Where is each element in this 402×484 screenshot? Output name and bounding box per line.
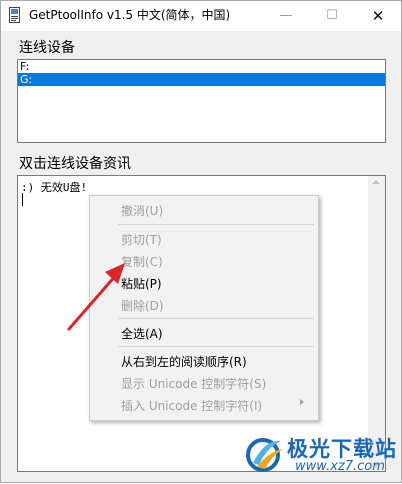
app-window: GetPtoolInfo v1.5 中文(简体，中国) — ☐ ✕ 连线设备 F… (0, 0, 402, 483)
red-arrow-icon (67, 263, 125, 331)
watermark: 极光下载站 www.xz7.com (243, 431, 399, 481)
aurora-logo-icon (246, 438, 283, 472)
watermark-url: www.xz7.com (295, 459, 385, 474)
